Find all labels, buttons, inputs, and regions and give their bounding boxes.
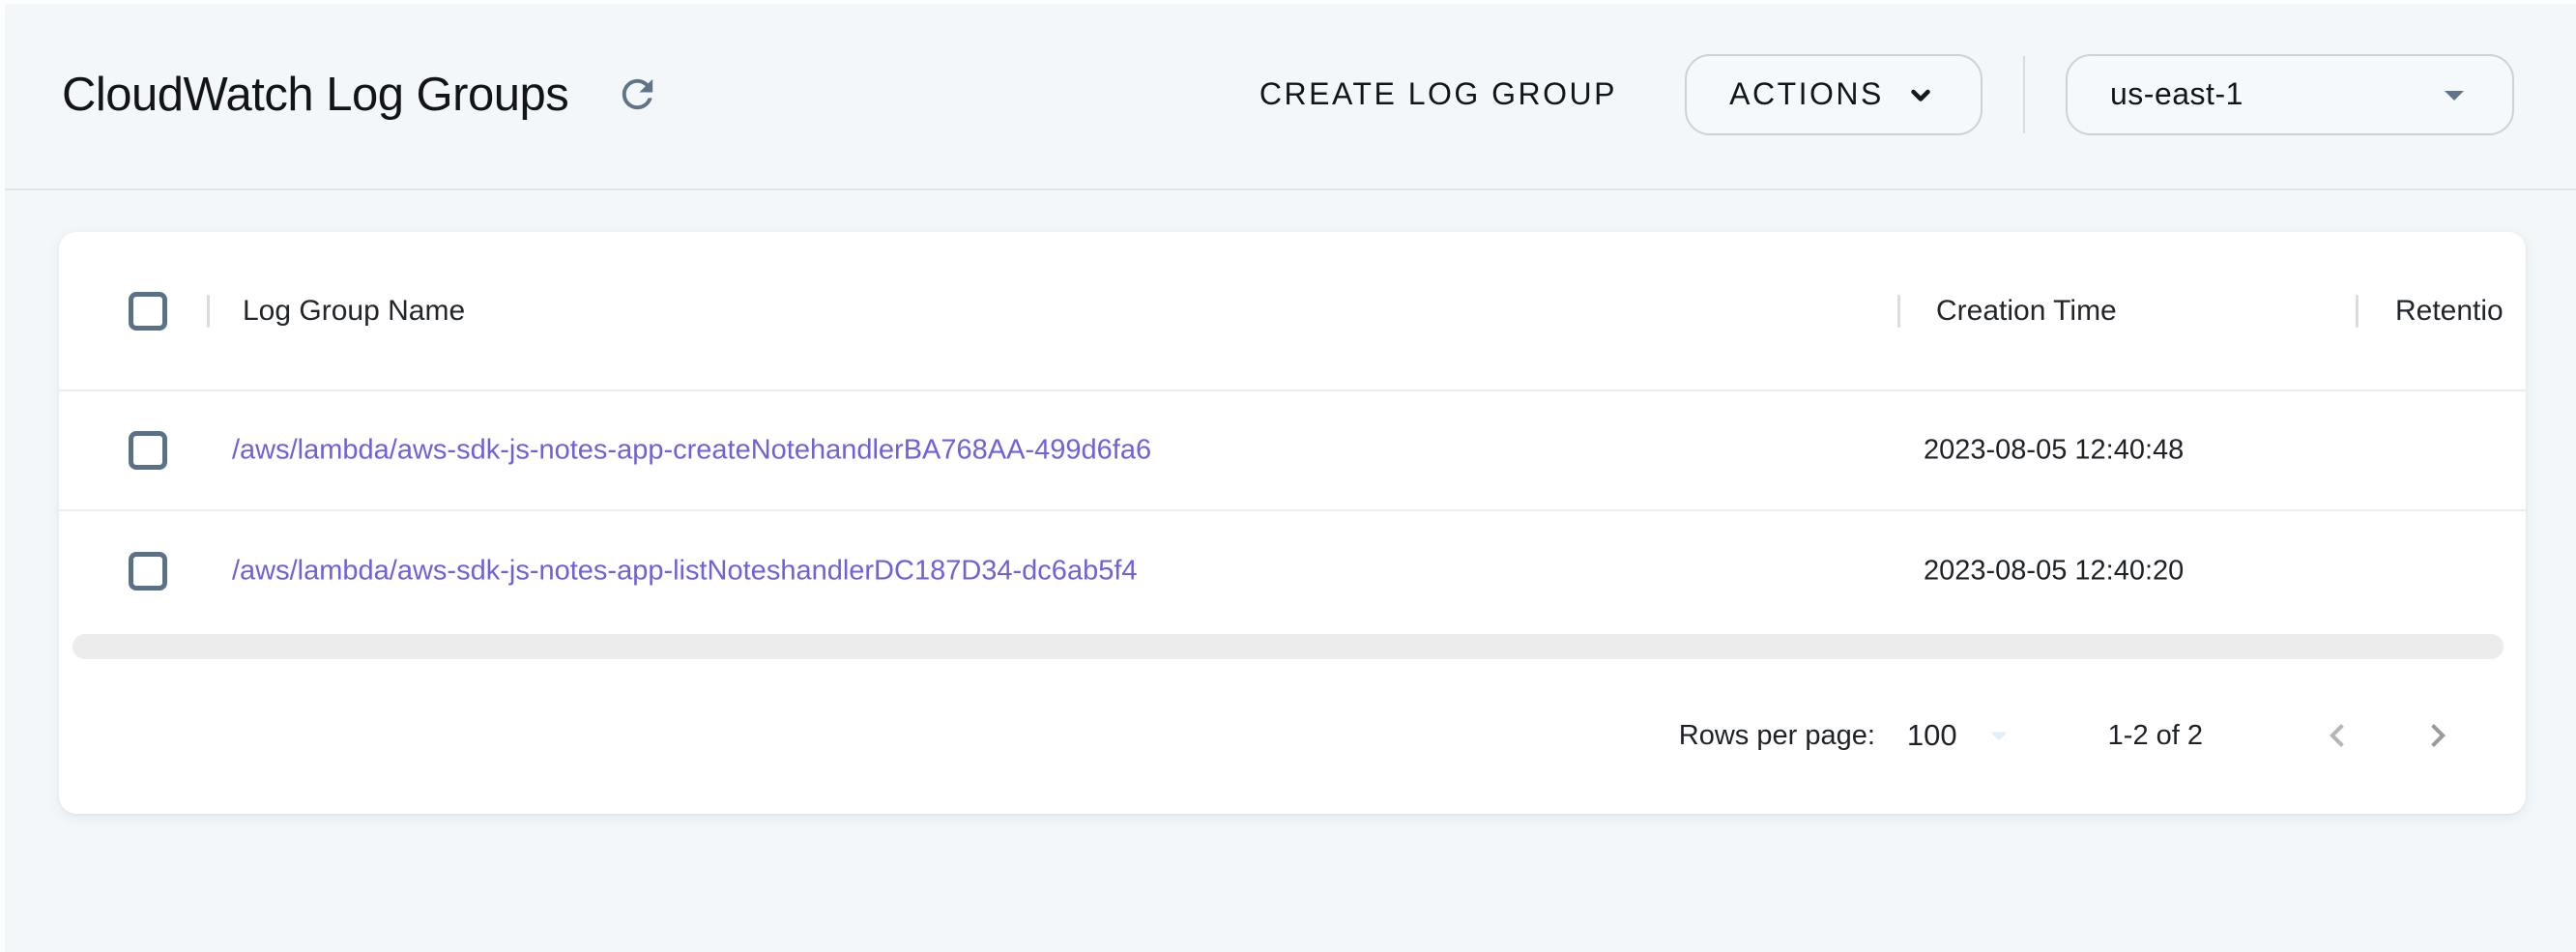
column-header-creation-time: Creation Time [1936, 295, 2117, 328]
rows-per-page-dropdown[interactable] [1979, 715, 2019, 756]
select-all-checkbox[interactable] [129, 292, 167, 331]
table-row: /aws/lambda/aws-sdk-js-notes-app-createN… [59, 391, 2526, 511]
region-selector-value: us-east-1 [2110, 76, 2243, 112]
column-header-log-group-name: Log Group Name [243, 295, 465, 328]
column-divider [2356, 295, 2359, 328]
column-divider [207, 295, 210, 328]
window-edge-left [0, 0, 5, 952]
chevron-left-icon [2314, 712, 2360, 759]
row-checkbox[interactable] [129, 431, 167, 470]
chevron-right-icon [2415, 712, 2461, 759]
horizontal-scrollbar-thumb[interactable] [72, 634, 2504, 659]
table-row: /aws/lambda/aws-sdk-js-notes-app-listNot… [59, 511, 2526, 631]
refresh-button[interactable] [609, 66, 666, 123]
arrow-drop-down-icon [1979, 715, 2019, 756]
next-page-button[interactable] [2410, 707, 2466, 764]
rows-per-page-select[interactable]: 100 [1907, 718, 1957, 753]
window-edge-top [0, 0, 2576, 4]
log-groups-card: Log Group Name Creation Time Retentio /a… [59, 232, 2526, 814]
create-log-group-button[interactable]: CREATE LOG GROUP [1250, 63, 1627, 126]
log-group-link[interactable]: /aws/lambda/aws-sdk-js-notes-app-createN… [232, 435, 1151, 467]
previous-page-button[interactable] [2309, 707, 2365, 764]
table-header-row: Log Group Name Creation Time Retentio [59, 232, 2526, 391]
region-selector[interactable]: us-east-1 [2066, 54, 2514, 135]
page-title: CloudWatch Log Groups [62, 68, 568, 122]
pagination-range: 1-2 of 2 [2108, 720, 2203, 752]
chevron-down-icon [1903, 77, 1938, 112]
column-divider [1897, 295, 1900, 328]
column-header-retention: Retentio [2395, 295, 2504, 328]
horizontal-scrollbar-track [59, 631, 2526, 659]
actions-button[interactable]: ACTIONS [1685, 54, 1983, 135]
actions-button-label: ACTIONS [1729, 76, 1884, 112]
creation-time-cell: 2023-08-05 12:40:48 [1924, 435, 2184, 467]
row-checkbox[interactable] [129, 552, 167, 591]
log-group-link[interactable]: /aws/lambda/aws-sdk-js-notes-app-listNot… [232, 556, 1138, 588]
title-wrap: CloudWatch Log Groups [62, 66, 666, 123]
refresh-icon [615, 72, 660, 117]
creation-time-cell: 2023-08-05 12:40:20 [1924, 556, 2184, 588]
arrow-drop-down-icon [2431, 72, 2477, 118]
page-header: CloudWatch Log Groups CREATE LOG GROUP A… [0, 0, 2576, 190]
header-divider [2023, 56, 2025, 133]
header-actions: CREATE LOG GROUP ACTIONS us-east-1 [1250, 54, 2514, 135]
rows-per-page-label: Rows per page: [1679, 720, 1875, 752]
pagination: Rows per page: 100 1-2 of 2 [59, 659, 2526, 812]
